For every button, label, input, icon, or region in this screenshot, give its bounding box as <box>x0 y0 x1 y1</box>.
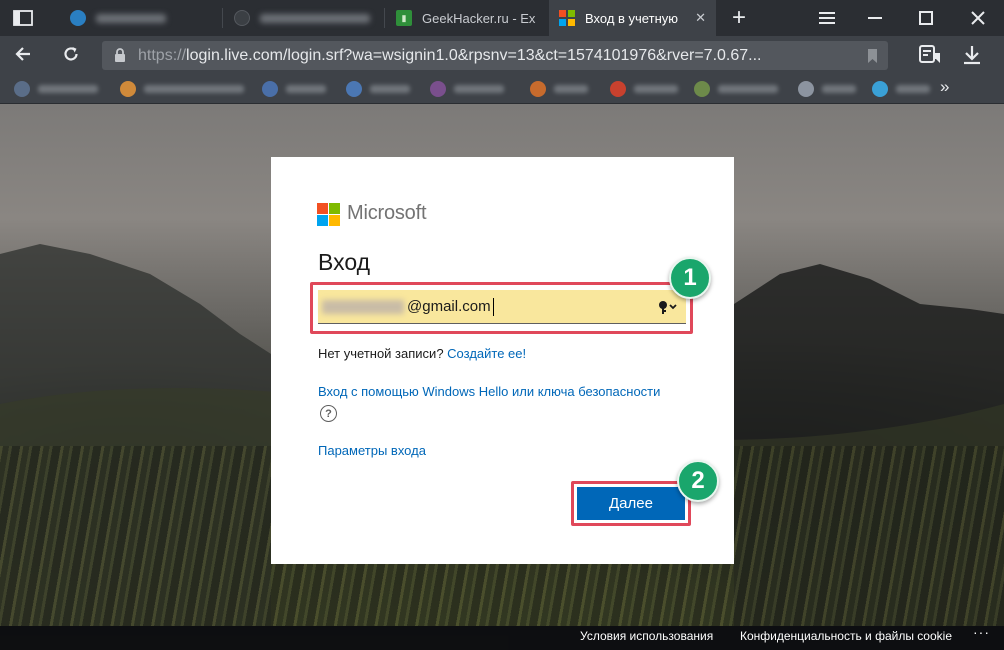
signin-options-link[interactable]: Параметры входа <box>318 443 426 458</box>
tab-blurred-2[interactable] <box>224 0 382 36</box>
bookmark-favicon-icon <box>262 81 278 97</box>
step-marker-1: 1 <box>669 257 711 299</box>
tab-label: Вход в учетную <box>585 10 678 26</box>
email-highlight-box <box>310 282 693 334</box>
more-options-icon[interactable]: ··· <box>973 624 990 640</box>
page-title: Вход <box>318 249 371 275</box>
brand-name: Microsoft <box>347 202 427 224</box>
page-footer: Условия использования Конфиденциальность… <box>0 624 1004 650</box>
bookmark-favicon-icon <box>346 81 362 97</box>
reload-icon[interactable] <box>62 45 80 68</box>
tab-bar: ▮ GeekHacker.ru - Ex Вход в учетную ✕ + <box>0 0 1004 36</box>
no-account-text: Нет учетной записи? <box>318 346 444 361</box>
step-marker-2: 2 <box>677 460 719 502</box>
bookmarks-overflow-icon[interactable]: » <box>940 77 949 97</box>
bookmark-flag-icon[interactable] <box>867 49 878 68</box>
tab-geekhacker[interactable]: ▮ GeekHacker.ru - Ex <box>386 0 548 36</box>
url-field[interactable]: https:// login.live.com/login.srf?wa=wsi… <box>102 41 888 70</box>
bookmark-favicon-icon <box>694 81 710 97</box>
bookmark-favicon-icon <box>798 81 814 97</box>
terms-link[interactable]: Условия использования <box>580 629 713 643</box>
create-account-link[interactable]: Создайте ее! <box>447 346 526 361</box>
bookmark-favicon-icon <box>872 81 888 97</box>
bookmark-item[interactable] <box>610 80 678 98</box>
microsoft-logo-icon <box>559 10 575 26</box>
sidebar-toggle-icon[interactable] <box>8 0 38 36</box>
bookmark-favicon-icon <box>530 81 546 97</box>
tab-favicon-icon <box>234 10 250 26</box>
url-text: login.live.com/login.srf?wa=wsignin1.0&r… <box>186 46 762 64</box>
next-highlight-box <box>571 481 691 526</box>
close-window-icon[interactable] <box>958 0 998 36</box>
no-account-line: Нет учетной записи? Создайте ее! <box>318 346 526 361</box>
bookmarks-bar: » <box>0 74 1004 104</box>
tab-blurred-1[interactable] <box>60 0 220 36</box>
tab-microsoft-signin[interactable]: Вход в учетную ✕ <box>549 0 716 36</box>
windows-hello-link[interactable]: Вход с помощью Windows Hello или ключа б… <box>318 384 660 399</box>
close-tab-icon[interactable]: ✕ <box>695 10 706 26</box>
menu-icon[interactable] <box>810 0 844 36</box>
bookmark-favicon-icon <box>14 81 30 97</box>
bookmark-item[interactable] <box>262 80 326 98</box>
download-icon[interactable] <box>962 44 982 71</box>
new-tab-button[interactable]: + <box>722 0 756 36</box>
bookmark-item[interactable] <box>798 80 856 98</box>
bookmark-item[interactable] <box>530 80 588 98</box>
bookmark-favicon-icon <box>430 81 446 97</box>
tab-label: GeekHacker.ru - Ex <box>422 10 536 26</box>
tab-favicon-icon: ▮ <box>396 10 412 26</box>
tab-favicon-icon <box>70 10 86 26</box>
back-arrow-icon[interactable] <box>14 45 32 68</box>
privacy-link[interactable]: Конфиденциальность и файлы cookie <box>740 629 952 643</box>
bookmark-item[interactable] <box>346 80 410 98</box>
bookmark-favicon-icon <box>120 81 136 97</box>
bookmark-item[interactable] <box>120 80 244 98</box>
bookmark-item[interactable] <box>430 80 504 98</box>
address-toolbar: https:// login.live.com/login.srf?wa=wsi… <box>0 36 1004 74</box>
minimize-icon[interactable] <box>858 0 892 36</box>
url-scheme: https:// <box>138 46 187 64</box>
help-icon[interactable]: ? <box>320 405 337 422</box>
lock-icon <box>114 48 126 68</box>
bookmark-item[interactable] <box>694 80 778 98</box>
reader-mode-icon[interactable] <box>918 44 942 71</box>
bookmark-item[interactable] <box>872 80 930 98</box>
bookmark-item[interactable] <box>14 80 98 98</box>
bookmark-favicon-icon <box>610 81 626 97</box>
maximize-icon[interactable] <box>908 0 944 36</box>
microsoft-logo-icon <box>317 203 340 226</box>
